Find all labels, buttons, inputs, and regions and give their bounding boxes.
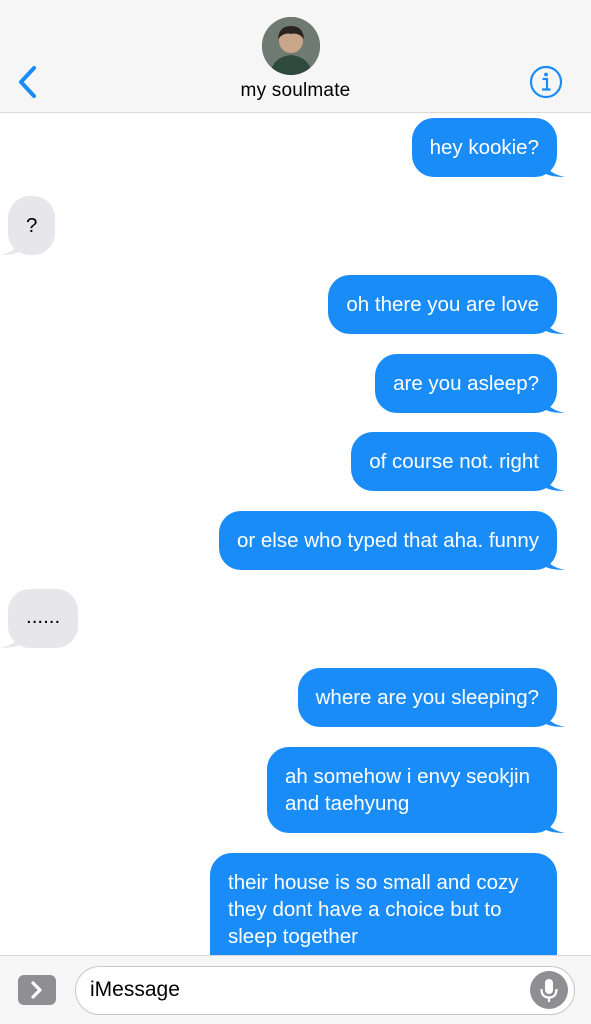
message-text: their house is so small and cozy they do… [228,871,519,948]
sent-message-bubble[interactable]: oh there you are love [328,275,565,334]
microphone-icon [540,979,558,1002]
sent-message-bubble[interactable]: are you asleep? [375,354,565,413]
bubble-tail [543,548,565,570]
message-text: ? [26,214,38,237]
bubble-tail [543,811,565,833]
message-input-bar: iMessage [0,955,591,1024]
message-text: where are you sleeping? [315,686,539,709]
message-text: are you asleep? [393,372,539,395]
sent-message-bubble[interactable]: or else who typed that aha. funny [218,511,565,570]
sent-message-bubble[interactable]: ah somehow i envy seokjin and taehyung [267,747,565,833]
apps-button[interactable] [18,975,56,1005]
message-input-field[interactable]: iMessage [75,966,575,1015]
info-icon[interactable] [528,64,564,100]
conversation-header: my soulmate [0,0,591,113]
bubble-tail [543,391,565,413]
message-text: or else who typed that aha. funny [236,529,539,552]
bubble-tail [543,155,565,177]
message-text: oh there you are love [346,293,539,316]
contact-name[interactable]: my soulmate [0,80,591,102]
chevron-right-icon [31,981,42,999]
sent-message-bubble[interactable]: where are you sleeping? [297,668,565,727]
sent-message-bubble[interactable]: of course not. right [351,432,565,491]
bubble-tail [0,626,22,648]
bubble-tail [543,705,565,727]
bubble-tail [543,312,565,334]
microphone-button[interactable] [530,971,568,1009]
received-message-bubble[interactable]: ? [0,196,56,255]
message-input-placeholder[interactable]: iMessage [90,978,180,1002]
message-text: ah somehow i envy seokjin and taehyung [285,765,530,815]
bubble-tail [543,469,565,491]
message-text: hey kookie? [429,136,539,159]
message-thread[interactable]: hey kookie? ? oh there you are love are … [0,114,591,967]
received-message-bubble[interactable]: ...... [0,589,79,648]
message-text: of course not. right [369,450,539,473]
sent-message-bubble[interactable]: their house is so small and cozy they do… [210,853,557,967]
bubble-tail [0,233,22,255]
message-text: ...... [26,605,61,628]
sent-message-bubble[interactable]: hey kookie? [411,118,565,177]
contact-avatar[interactable] [262,17,320,75]
